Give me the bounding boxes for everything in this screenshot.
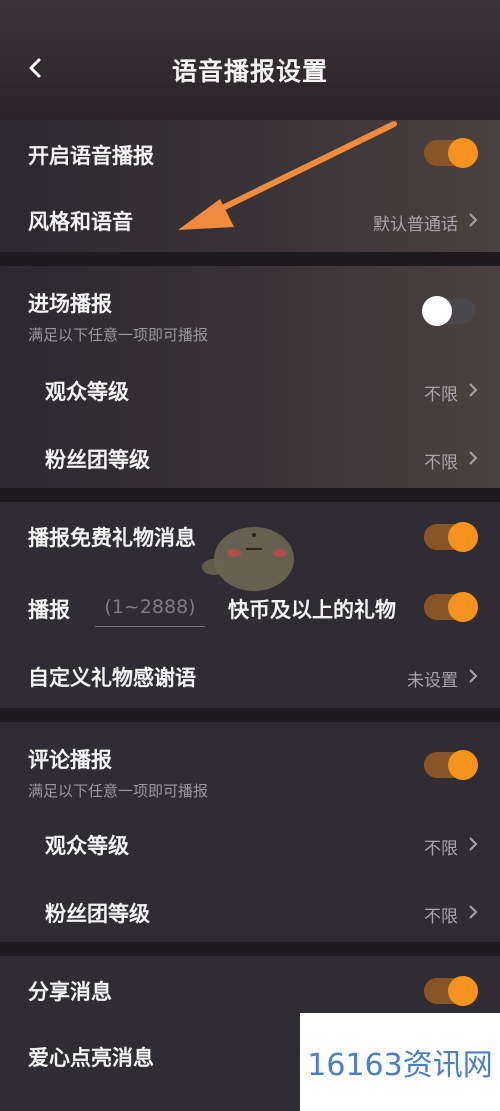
custom-thanks-row[interactable]: 自定义礼物感谢语 未设置 <box>0 644 500 708</box>
fan-level-label: 粉丝团等级 <box>45 448 150 472</box>
toggle-knob <box>448 592 478 622</box>
gift-threshold-input[interactable]: (1~2888) <box>95 590 205 627</box>
toggle-knob <box>448 750 478 780</box>
audience-level-label: 观众等级 <box>45 834 129 858</box>
like-message-label: 爱心点亮消息 <box>28 1046 154 1070</box>
fan-level-value: 不限 <box>424 453 458 473</box>
watermark-text: 16163资讯网 <box>307 1048 493 1083</box>
chevron-right-icon <box>469 383 478 397</box>
custom-thanks-value: 未设置 <box>407 671 458 691</box>
annotation-arrow <box>178 121 397 230</box>
fan-level-value: 不限 <box>424 907 458 927</box>
style-label: 风格和语音 <box>28 210 133 234</box>
toggle-knob <box>448 522 478 552</box>
divider <box>0 488 500 502</box>
entry-label: 进场播报 <box>28 292 112 316</box>
comment-hint: 满足以下任意一项即可播报 <box>28 782 209 800</box>
entry-toggle[interactable] <box>422 296 476 326</box>
chevron-right-icon <box>469 669 478 683</box>
toggle-knob <box>448 976 478 1006</box>
share-label: 分享消息 <box>28 980 112 1004</box>
audience-level-value: 不限 <box>424 385 458 405</box>
share-toggle[interactable] <box>424 976 478 1006</box>
section-comment: 评论播报 满足以下任意一项即可播报 观众等级 不限 粉丝团等级 不限 <box>0 722 500 942</box>
divider <box>0 708 500 722</box>
custom-thanks-label: 自定义礼物感谢语 <box>28 666 196 690</box>
voice-broadcast-label: 开启语音播报 <box>28 144 154 168</box>
chevron-right-icon <box>469 213 478 227</box>
broadcast-suffix: 快币及以上的礼物 <box>228 598 396 622</box>
free-gift-label: 播报免费礼物消息 <box>28 526 196 550</box>
audience-level-label: 观众等级 <box>45 380 129 404</box>
chevron-right-icon <box>469 451 478 465</box>
paid-gift-toggle[interactable] <box>424 592 478 622</box>
toggle-knob <box>448 138 478 168</box>
toggle-knob <box>422 296 452 326</box>
audience-level-value: 不限 <box>424 839 458 859</box>
page-title: 语音播报设置 <box>171 57 328 86</box>
entry-hint: 满足以下任意一项即可播报 <box>28 326 209 344</box>
divider <box>0 252 500 266</box>
chevron-right-icon <box>469 905 478 919</box>
comment-toggle[interactable] <box>424 750 478 780</box>
broadcast-prefix: 播报 <box>28 598 70 622</box>
comment-fan-row[interactable]: 粉丝团等级 不限 <box>0 876 500 942</box>
section-entry: 进场播报 满足以下任意一项即可播报 观众等级 不限 粉丝团等级 不限 <box>0 266 500 488</box>
chevron-right-icon <box>469 837 478 851</box>
free-gift-toggle[interactable] <box>424 522 478 552</box>
comment-label: 评论播报 <box>28 748 112 772</box>
fan-level-label: 粉丝团等级 <box>45 902 150 926</box>
header: 语音播报设置 <box>0 0 500 120</box>
mascot-sticker <box>202 527 294 591</box>
entry-fan-row[interactable]: 粉丝团等级 不限 <box>0 422 500 488</box>
watermark: 16163资讯网 <box>300 1013 500 1111</box>
comment-audience-row[interactable]: 观众等级 不限 <box>0 810 500 876</box>
voice-broadcast-toggle[interactable] <box>424 138 478 168</box>
entry-audience-row[interactable]: 观众等级 不限 <box>0 356 500 422</box>
divider <box>0 942 500 956</box>
